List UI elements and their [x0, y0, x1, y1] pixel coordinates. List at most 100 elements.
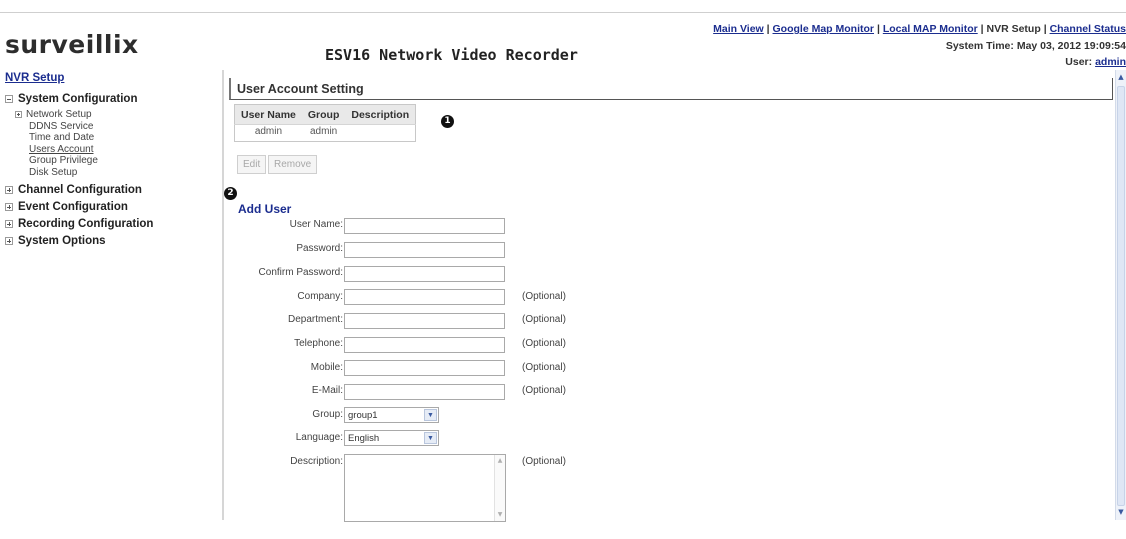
telephone-input[interactable] — [344, 337, 505, 353]
group-select-value: group1 — [348, 410, 378, 421]
sidebar-item-label: Channel Configuration — [18, 183, 142, 196]
optional-note: (Optional) — [522, 314, 566, 325]
scroll-down-icon[interactable]: ▼ — [1116, 506, 1126, 518]
optional-note: (Optional) — [522, 362, 566, 373]
chevron-down-icon[interactable]: ▼ — [424, 432, 437, 444]
sidebar-item-label: DDNS Service — [29, 120, 94, 132]
table-row[interactable]: admin admin — [235, 125, 416, 142]
sidebar-item-label: Network Setup — [26, 109, 92, 121]
optional-note: (Optional) — [522, 338, 566, 349]
nav-separator: | — [876, 23, 880, 35]
add-user-title: Add User — [238, 202, 292, 216]
nav-nvr-setup: NVR Setup — [986, 23, 1041, 35]
page-scrollbar[interactable]: ▲ ▼ — [1115, 70, 1126, 520]
sidebar-item-disk-setup[interactable]: Disk Setup — [15, 167, 215, 179]
sidebar-item-label: Time and Date — [29, 132, 95, 144]
label-user-name: User Name: — [289, 219, 343, 230]
table-header-row: User Name Group Description — [234, 104, 416, 125]
group-select[interactable]: group1 ▼ — [344, 407, 439, 423]
scroll-up-icon[interactable]: ▲ — [496, 457, 504, 465]
label-description: Description: — [290, 456, 343, 467]
nav-main-view[interactable]: Main View — [713, 23, 764, 35]
sidebar-item-system-options[interactable]: System Options — [5, 232, 215, 249]
confirm-password-input[interactable] — [344, 266, 505, 282]
company-input[interactable] — [344, 289, 505, 305]
expand-icon — [5, 219, 13, 228]
label-group: Group: — [312, 409, 343, 420]
column-header-user-name: User Name — [234, 104, 302, 125]
scrollbar-thumb[interactable] — [1117, 86, 1125, 506]
callout-marker-2: 2 — [224, 187, 237, 200]
sidebar-item-network-setup[interactable]: Network Setup — [15, 109, 215, 121]
callout-marker-1: 1 — [441, 115, 454, 128]
optional-note: (Optional) — [522, 456, 566, 467]
cell-user-name: admin — [254, 126, 283, 137]
label-department: Department: — [287, 314, 343, 325]
language-select-value: English — [348, 433, 380, 444]
system-time-label: System Time: — [945, 40, 1014, 52]
expand-icon — [5, 202, 13, 211]
remove-button[interactable]: Remove — [268, 155, 318, 174]
edit-button[interactable]: Edit — [237, 155, 267, 174]
cell-group: admin — [310, 126, 338, 137]
user-name-input[interactable] — [344, 218, 505, 234]
sidebar-item-label: Disk Setup — [29, 166, 78, 178]
sidebar-item-label: Group Privilege — [29, 155, 98, 167]
top-navigation: Main View | Google Map Monitor | Local M… — [606, 23, 1126, 35]
chevron-down-icon[interactable]: ▼ — [424, 409, 437, 421]
expand-icon — [15, 111, 22, 119]
sidebar-item-label: Event Configuration — [18, 200, 128, 213]
sidebar-item-label: System Options — [18, 234, 106, 247]
scroll-up-icon[interactable]: ▲ — [1116, 71, 1126, 83]
optional-note: (Optional) — [522, 291, 566, 302]
current-user: User: admin — [826, 56, 1126, 68]
column-header-description: Description — [345, 104, 416, 125]
expand-icon — [5, 185, 13, 194]
cell-description — [345, 125, 415, 142]
label-email: E-Mail: — [311, 385, 343, 396]
optional-note: (Optional) — [522, 385, 566, 396]
label-company: Company: — [297, 291, 343, 302]
sidebar-item-event-configuration[interactable]: Event Configuration — [5, 198, 215, 215]
collapse-icon — [5, 94, 13, 103]
system-configuration-subitems: Network Setup DDNS Service Time and Date… — [5, 109, 215, 178]
sidebar-item-system-configuration[interactable]: System Configuration — [5, 90, 215, 107]
scroll-down-icon[interactable]: ▼ — [496, 511, 504, 519]
nav-local-map-monitor[interactable]: Local MAP Monitor — [883, 23, 978, 35]
label-password: Password: — [296, 243, 343, 254]
nav-separator: | — [980, 23, 984, 35]
label-telephone: Telephone: — [294, 338, 343, 349]
email-input[interactable] — [344, 384, 505, 400]
description-textarea[interactable]: ▲ ▼ — [344, 454, 506, 522]
section-title: User Account Setting — [229, 78, 1113, 100]
nav-separator: | — [1043, 23, 1047, 35]
label-mobile: Mobile: — [310, 362, 343, 373]
sidebar-item-label: System Configuration — [18, 92, 138, 105]
top-rule — [0, 12, 1126, 13]
nav-separator: | — [766, 23, 770, 35]
sidebar-item-time-and-date[interactable]: Time and Date — [15, 132, 215, 144]
nav-channel-status[interactable]: Channel Status — [1050, 23, 1126, 35]
sidebar-title-nvr-setup[interactable]: NVR Setup — [5, 72, 215, 84]
label-language: Language: — [295, 432, 343, 443]
sidebar-item-recording-configuration[interactable]: Recording Configuration — [5, 215, 215, 232]
sidebar-item-users-account[interactable]: Users Account — [15, 144, 215, 156]
sidebar-item-label: Users Account — [29, 143, 94, 155]
sidebar-item-ddns-service[interactable]: DDNS Service — [15, 121, 215, 133]
sidebar-item-group-privilege[interactable]: Group Privilege — [15, 155, 215, 167]
system-time: System Time: May 03, 2012 19:09:54 — [826, 40, 1126, 52]
user-label: User: — [1065, 56, 1093, 68]
mobile-input[interactable] — [344, 360, 505, 376]
nav-google-map-monitor[interactable]: Google Map Monitor — [773, 23, 875, 35]
product-title: ESV16 Network Video Recorder — [325, 46, 578, 64]
textarea-scrollbar[interactable]: ▲ ▼ — [494, 455, 505, 521]
department-input[interactable] — [344, 313, 505, 329]
user-table: User Name Group Description admin admin — [234, 104, 417, 142]
sidebar: NVR Setup System Configuration Network S… — [5, 72, 215, 249]
password-input[interactable] — [344, 242, 505, 258]
user-name-link[interactable]: admin — [1095, 56, 1126, 68]
system-time-value: May 03, 2012 19:09:54 — [1016, 40, 1126, 52]
language-select[interactable]: English ▼ — [344, 430, 439, 446]
label-confirm-password: Confirm Password: — [258, 267, 343, 278]
sidebar-item-channel-configuration[interactable]: Channel Configuration — [5, 181, 215, 198]
